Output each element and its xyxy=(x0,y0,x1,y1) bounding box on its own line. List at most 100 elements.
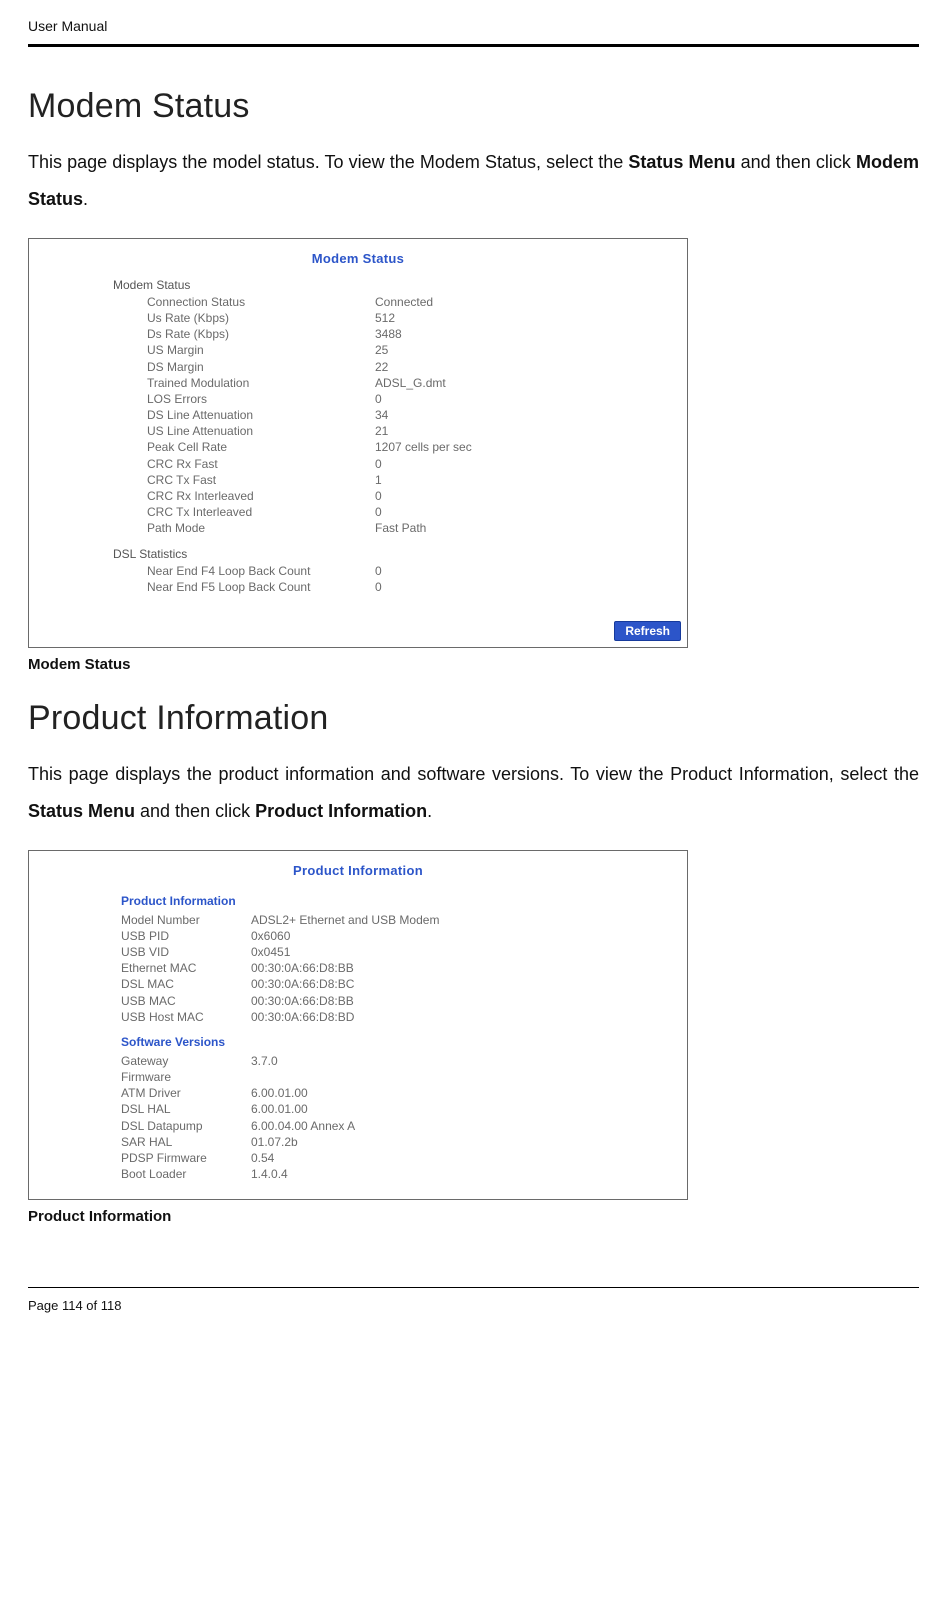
software-versions-kv-block: Gateway3.7.0FirmwareATM Driver6.00.01.00… xyxy=(121,1053,675,1183)
text-run: This page displays the product informati… xyxy=(28,764,919,784)
kv-value xyxy=(251,1069,675,1085)
figure-caption-modem-status: Modem Status xyxy=(28,656,919,673)
kv-value: 00:30:0A:66:D8:BB xyxy=(251,993,675,1009)
kv-row: Boot Loader1.4.0.4 xyxy=(121,1166,675,1182)
kv-row: Model NumberADSL2+ Ethernet and USB Mode… xyxy=(121,912,675,928)
kv-key: Connection Status xyxy=(147,294,375,310)
kv-row: Firmware xyxy=(121,1069,675,1085)
page-number: Page 114 of 118 xyxy=(28,1298,919,1313)
kv-row: Near End F4 Loop Back Count0 xyxy=(147,563,675,579)
kv-value: 3488 xyxy=(375,326,675,342)
kv-value: 6.00.04.00 Annex A xyxy=(251,1118,675,1134)
kv-row: LOS Errors0 xyxy=(147,391,675,407)
kv-value: 00:30:0A:66:D8:BD xyxy=(251,1009,675,1025)
section-heading-modem-status: Modem Status xyxy=(28,87,919,126)
kv-row: USB VID0x0451 xyxy=(121,944,675,960)
kv-value: 01.07.2b xyxy=(251,1134,675,1150)
kv-key: Us Rate (Kbps) xyxy=(147,310,375,326)
text-run: . xyxy=(83,189,88,209)
kv-value: 0 xyxy=(375,563,675,579)
kv-value: 0 xyxy=(375,504,675,520)
kv-key: Model Number xyxy=(121,912,251,928)
kv-key: Peak Cell Rate xyxy=(147,439,375,455)
kv-row: CRC Tx Fast1 xyxy=(147,472,675,488)
kv-value: 21 xyxy=(375,423,675,439)
kv-value: 25 xyxy=(375,342,675,358)
kv-row: USB PID0x6060 xyxy=(121,928,675,944)
section-heading-product-information: Product Information xyxy=(28,699,919,738)
kv-value: 3.7.0 xyxy=(251,1053,675,1069)
kv-key: ATM Driver xyxy=(121,1085,251,1101)
kv-row: Ds Rate (Kbps)3488 xyxy=(147,326,675,342)
kv-key: Near End F4 Loop Back Count xyxy=(147,563,375,579)
kv-row: DSL Datapump6.00.04.00 Annex A xyxy=(121,1118,675,1134)
modem-status-kv-block: Connection StatusConnectedUs Rate (Kbps)… xyxy=(147,294,675,537)
kv-key: DSL MAC xyxy=(121,976,251,992)
inline-ref-status-menu: Status Menu xyxy=(628,152,735,172)
kv-key: SAR HAL xyxy=(121,1134,251,1150)
kv-value: 22 xyxy=(375,359,675,375)
kv-value: 0 xyxy=(375,488,675,504)
kv-key: DS Margin xyxy=(147,359,375,375)
text-run: and then click xyxy=(736,152,857,172)
kv-row: US Margin25 xyxy=(147,342,675,358)
refresh-button[interactable]: Refresh xyxy=(614,621,681,641)
kv-row: SAR HAL01.07.2b xyxy=(121,1134,675,1150)
kv-value: 00:30:0A:66:D8:BC xyxy=(251,976,675,992)
kv-value: 0x6060 xyxy=(251,928,675,944)
kv-row: Peak Cell Rate1207 cells per sec xyxy=(147,439,675,455)
kv-key: US Line Attenuation xyxy=(147,423,375,439)
text-run: . xyxy=(427,801,432,821)
kv-value: 1207 cells per sec xyxy=(375,439,675,455)
panel-title: Modem Status xyxy=(41,249,675,276)
kv-key: CRC Rx Interleaved xyxy=(147,488,375,504)
kv-key: CRC Rx Fast xyxy=(147,456,375,472)
kv-value: ADSL_G.dmt xyxy=(375,375,675,391)
kv-row: CRC Tx Interleaved0 xyxy=(147,504,675,520)
kv-row: Us Rate (Kbps)512 xyxy=(147,310,675,326)
kv-row: PDSP Firmware0.54 xyxy=(121,1150,675,1166)
kv-value: 1 xyxy=(375,472,675,488)
panel-subtitle-product-info: Product Information xyxy=(121,894,675,908)
kv-key: PDSP Firmware xyxy=(121,1150,251,1166)
inline-ref-status-menu: Status Menu xyxy=(28,801,135,821)
kv-value: 512 xyxy=(375,310,675,326)
text-run: This page displays the model status. To … xyxy=(28,152,628,172)
kv-key: Ds Rate (Kbps) xyxy=(147,326,375,342)
kv-value: 0.54 xyxy=(251,1150,675,1166)
kv-key: US Margin xyxy=(147,342,375,358)
kv-key: Path Mode xyxy=(147,520,375,536)
kv-value: Connected xyxy=(375,294,675,310)
kv-key: Gateway xyxy=(121,1053,251,1069)
product-information-panel: Product Information Product Information … xyxy=(28,850,688,1200)
kv-key: Trained Modulation xyxy=(147,375,375,391)
header-rule xyxy=(28,44,919,47)
kv-key: Near End F5 Loop Back Count xyxy=(147,579,375,595)
kv-key: USB MAC xyxy=(121,993,251,1009)
kv-value: 34 xyxy=(375,407,675,423)
kv-row: CRC Rx Fast0 xyxy=(147,456,675,472)
kv-row: Trained ModulationADSL_G.dmt xyxy=(147,375,675,391)
section1-paragraph: This page displays the model status. To … xyxy=(28,144,919,218)
kv-value: Fast Path xyxy=(375,520,675,536)
kv-row: DS Margin22 xyxy=(147,359,675,375)
kv-key: USB PID xyxy=(121,928,251,944)
dsl-statistics-kv-block: Near End F4 Loop Back Count0Near End F5 … xyxy=(147,563,675,595)
footer-rule xyxy=(28,1287,919,1288)
kv-row: USB MAC00:30:0A:66:D8:BB xyxy=(121,993,675,1009)
kv-key: DSL Datapump xyxy=(121,1118,251,1134)
section2-paragraph: This page displays the product informati… xyxy=(28,756,919,830)
kv-row: Path ModeFast Path xyxy=(147,520,675,536)
kv-value: 0 xyxy=(375,456,675,472)
kv-row: Gateway3.7.0 xyxy=(121,1053,675,1069)
kv-key: CRC Tx Fast xyxy=(147,472,375,488)
figure-caption-product-information: Product Information xyxy=(28,1208,919,1225)
kv-key: Ethernet MAC xyxy=(121,960,251,976)
kv-value: 0 xyxy=(375,579,675,595)
document-header: User Manual xyxy=(28,18,919,40)
kv-row: Near End F5 Loop Back Count0 xyxy=(147,579,675,595)
kv-key: DSL HAL xyxy=(121,1101,251,1117)
panel-subtitle-software-versions: Software Versions xyxy=(121,1035,675,1049)
panel-title: Product Information xyxy=(41,861,675,888)
kv-key: CRC Tx Interleaved xyxy=(147,504,375,520)
